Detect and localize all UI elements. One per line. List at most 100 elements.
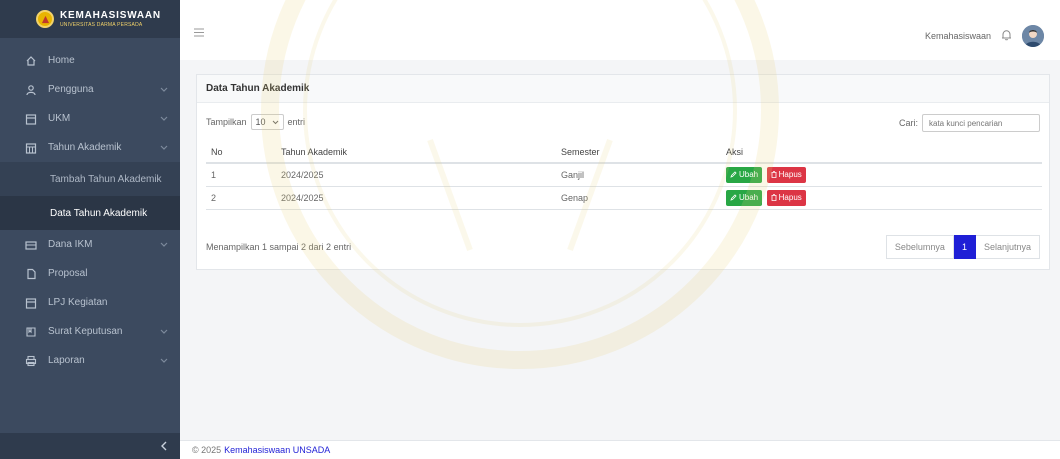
user-icon <box>24 83 38 97</box>
sidebar-item-label: Proposal <box>48 268 88 279</box>
calendar-grid-icon <box>24 141 38 155</box>
sidebar-item-ukm[interactable]: UKM <box>0 104 180 133</box>
pagination-page-button[interactable]: 1 <box>953 235 976 259</box>
table-row: 1 2024/2025 Ganjil Ubah Hapus <box>206 163 1042 187</box>
edit-button[interactable]: Ubah <box>726 166 763 183</box>
sidebar-item-label: Pengguna <box>48 84 94 95</box>
card-header: Data Tahun Akademik <box>197 75 1049 103</box>
chevron-down-icon <box>160 114 168 125</box>
table-row: 2 2024/2025 Genap Ubah Hapus <box>206 186 1042 210</box>
collapse-sidebar-icon[interactable] <box>160 441 168 454</box>
column-header-tahun-akademik[interactable]: Tahun Akademik <box>276 141 556 164</box>
sidebar-item-tahun-akademik[interactable]: Tahun Akademik <box>0 133 180 162</box>
delete-button[interactable]: Hapus <box>766 166 806 183</box>
cell-aksi: Ubah Hapus <box>721 163 1042 187</box>
sidebar-item-surat-keputusan[interactable]: Surat Keputusan <box>0 317 180 346</box>
sidebar-item-label: Home <box>48 55 75 66</box>
sidebar-item-dana-ikm[interactable]: Dana IKM <box>0 230 180 259</box>
home-icon <box>24 54 38 68</box>
brand-name: KEMAHASISWAAN <box>60 9 161 21</box>
avatar[interactable] <box>1022 25 1044 47</box>
sidebar-subitem-label: Data Tahun Akademik <box>50 207 148 219</box>
copyright-text: © 2025 <box>192 445 222 455</box>
trash-icon <box>771 194 777 201</box>
chevron-down-icon <box>160 240 168 251</box>
trash-icon <box>771 171 777 179</box>
sidebar-item-proposal[interactable]: Proposal <box>0 259 180 288</box>
calendar-icon <box>24 296 38 310</box>
sidebar-item-lpj-kegiatan[interactable]: LPJ Kegiatan <box>0 288 180 317</box>
footer-link[interactable]: Kemahasiswaan UNSADA <box>224 445 330 455</box>
search: Cari: <box>899 114 1040 132</box>
sidebar: KEMAHASISWAAN UNIVERSITAS DARMA PERSADA … <box>0 0 180 459</box>
cell-no: 2 <box>206 186 276 210</box>
chevron-down-icon <box>160 356 168 367</box>
sidebar-subitem-data-tahun-akademik[interactable]: Data Tahun Akademik <box>0 196 180 230</box>
edit-button[interactable]: Ubah <box>726 189 763 206</box>
topbar: Kemahasiswaan <box>180 0 1060 60</box>
sidebar-item-label: Dana IKM <box>48 239 93 250</box>
cell-tahun-akademik: 2024/2025 <box>276 186 556 210</box>
column-header-no[interactable]: No <box>206 141 276 164</box>
chevron-down-icon <box>160 85 168 96</box>
chevron-down-icon <box>160 143 168 154</box>
show-entries: Tampilkan 10 entri <box>206 114 305 130</box>
brand-subtitle: UNIVERSITAS DARMA PERSADA <box>60 21 143 28</box>
sidebar-item-pengguna[interactable]: Pengguna <box>0 75 180 104</box>
chevron-down-icon <box>272 117 279 127</box>
university-logo-icon <box>36 10 54 28</box>
sidebar-nav: Home Pengguna UKM Tahun Akademik Tambah … <box>0 38 180 375</box>
pagination-prev-button[interactable]: Sebelumnya <box>885 235 954 259</box>
delete-button-label: Hapus <box>778 193 802 202</box>
sidebar-footer <box>0 433 180 459</box>
bell-icon[interactable] <box>1001 29 1012 44</box>
cell-semester: Genap <box>556 186 721 210</box>
data-table: No Tahun Akademik Semester Aksi 1 2024/2… <box>206 141 1042 210</box>
table-header-row: No Tahun Akademik Semester Aksi <box>206 141 1042 164</box>
page-footer: © 2025 Kemahasiswaan UNSADA <box>180 440 1060 459</box>
user-menu[interactable]: Kemahasiswaan <box>925 25 1044 47</box>
pagination: Sebelumnya 1 Selanjutnya <box>885 235 1040 259</box>
sidebar-item-label: Laporan <box>48 355 85 366</box>
column-header-aksi: Aksi <box>721 141 1042 164</box>
chevron-down-icon <box>160 327 168 338</box>
column-header-semester[interactable]: Semester <box>556 141 721 164</box>
money-icon <box>24 238 38 252</box>
table-controls: Tampilkan 10 entri Cari: <box>206 114 1040 132</box>
brand[interactable]: KEMAHASISWAAN UNIVERSITAS DARMA PERSADA <box>0 0 180 38</box>
show-label: Tampilkan <box>206 117 247 127</box>
cell-aksi: Ubah Hapus <box>721 186 1042 210</box>
data-table-card: Data Tahun Akademik Tampilkan 10 entri C… <box>196 74 1050 270</box>
cell-semester: Ganjil <box>556 163 721 187</box>
search-label: Cari: <box>898 118 918 128</box>
search-input[interactable] <box>922 114 1040 132</box>
sidebar-subitem-label: Tambah Tahun Akademik <box>50 173 162 185</box>
pencil-icon <box>730 194 737 201</box>
entries-label: entri <box>287 117 306 127</box>
entries-select[interactable]: 10 <box>250 114 284 130</box>
sidebar-item-label: LPJ Kegiatan <box>48 297 108 308</box>
delete-button[interactable]: Hapus <box>766 189 806 206</box>
edit-button-label: Ubah <box>739 170 759 180</box>
calendar-icon <box>24 112 38 126</box>
sidebar-item-label: Tahun Akademik <box>48 142 122 153</box>
card-title: Data Tahun Akademik <box>206 83 310 94</box>
cell-no: 1 <box>206 163 276 187</box>
doc-icon <box>24 325 38 339</box>
delete-button-label: Hapus <box>778 170 802 180</box>
edit-button-label: Ubah <box>739 193 759 202</box>
sidebar-subitem-tambah-tahun-akademik[interactable]: Tambah Tahun Akademik <box>0 162 180 196</box>
print-icon <box>24 354 38 368</box>
hamburger-menu-icon[interactable] <box>194 28 204 40</box>
sidebar-item-label: Surat Keputusan <box>48 326 123 337</box>
pagination-next-button[interactable]: Selanjutnya <box>975 235 1040 259</box>
sidebar-item-label: UKM <box>48 113 71 124</box>
pencil-icon <box>730 171 737 178</box>
entries-select-value: 10 <box>255 117 266 127</box>
table-info: Menampilkan 1 sampai 2 dari 2 entri <box>206 242 352 252</box>
cell-tahun-akademik: 2024/2025 <box>276 163 556 187</box>
sidebar-item-laporan[interactable]: Laporan <box>0 346 180 375</box>
user-name: Kemahasiswaan <box>924 31 991 41</box>
sidebar-item-home[interactable]: Home <box>0 46 180 75</box>
file-icon <box>24 267 38 281</box>
